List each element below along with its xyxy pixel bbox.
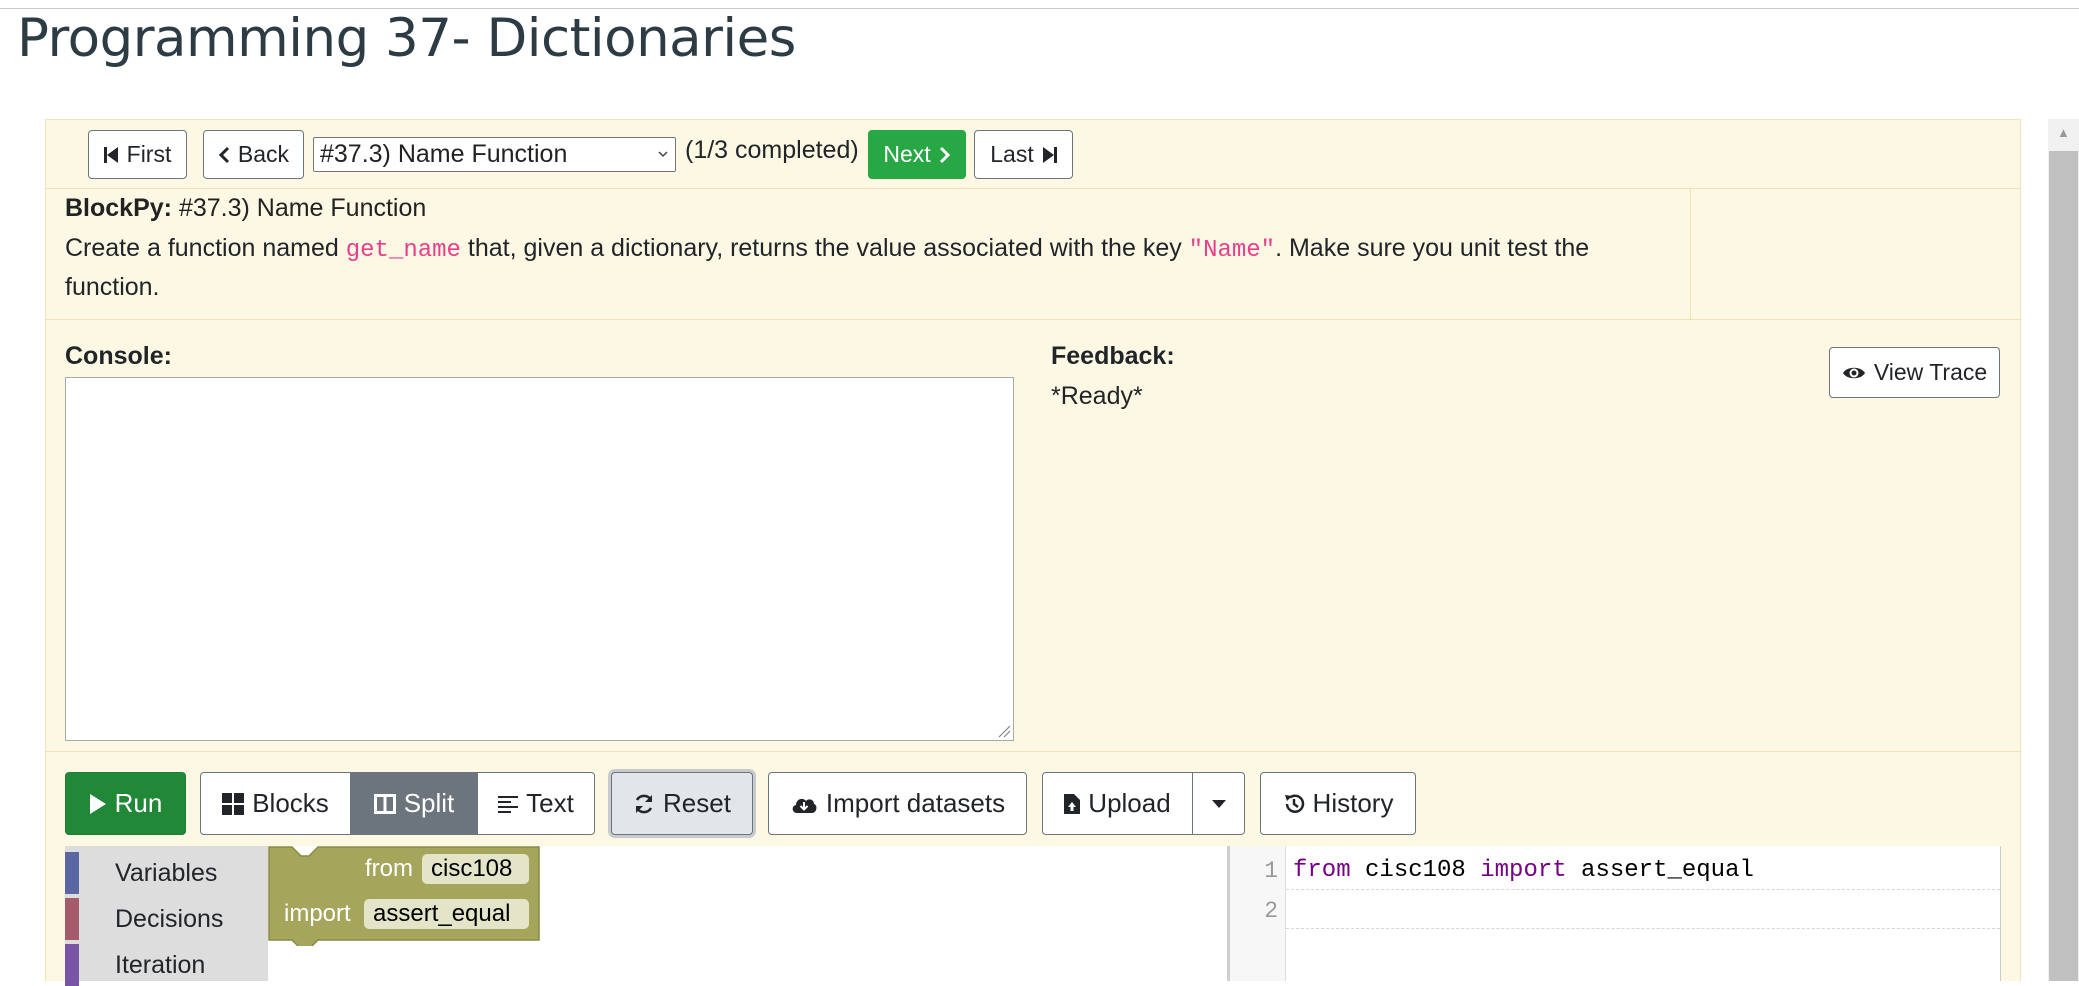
- text-mode-button[interactable]: Text: [478, 772, 595, 835]
- import-block[interactable]: from cisc108 import assert_equal: [268, 846, 548, 946]
- code-line-1: from cisc108 import assert_equal: [1293, 857, 1754, 884]
- file-upload-icon: [1064, 793, 1081, 814]
- block-from-label: from: [365, 855, 413, 882]
- code-keyword: from: [1293, 857, 1351, 884]
- blocks-mode-button[interactable]: Blocks: [200, 772, 351, 835]
- resize-grip-icon[interactable]: [997, 724, 1011, 738]
- chevron-right-icon: [939, 146, 950, 163]
- instructions-top-divider: [46, 188, 2020, 189]
- chevron-left-icon: [218, 146, 229, 163]
- line-number: 2: [1264, 898, 1278, 924]
- instructions-heading-title: #37.3) Name Function: [178, 194, 427, 222]
- history-button-label: History: [1312, 788, 1394, 818]
- instructions-column-divider: [1690, 188, 1691, 319]
- block-import-label: import: [284, 900, 351, 927]
- view-trace-label: View Trace: [1873, 359, 1988, 385]
- line-number: 1: [1264, 858, 1278, 884]
- last-button[interactable]: Last: [974, 130, 1073, 179]
- view-trace-button[interactable]: View Trace: [1829, 347, 2000, 398]
- blocks-mode-label: Blocks: [252, 788, 329, 818]
- run-button[interactable]: Run: [65, 772, 186, 835]
- toolbox-category-label: Decisions: [115, 904, 224, 933]
- instructions-heading: BlockPy: #37.3) Name Function: [65, 194, 426, 223]
- cloud-download-icon: [792, 798, 817, 813]
- eye-icon: [1842, 367, 1865, 378]
- code-line-separator: [1286, 928, 2000, 929]
- inline-code-function-name: get_name: [345, 237, 461, 264]
- chevron-down-icon: [658, 151, 668, 158]
- upload-button[interactable]: Upload: [1042, 772, 1193, 835]
- instructions-text: Create a function named get_name that, g…: [65, 230, 1665, 306]
- reset-button-label: Reset: [663, 788, 731, 818]
- category-color-swatch: [65, 898, 79, 940]
- split-mode-label: Split: [403, 788, 455, 818]
- text-mode-label: Text: [526, 788, 574, 818]
- columns-icon: [373, 793, 396, 814]
- import-datasets-button[interactable]: Import datasets: [768, 772, 1027, 835]
- next-button[interactable]: Next: [868, 130, 966, 179]
- run-button-label: Run: [114, 788, 163, 818]
- toolbox-category-variables[interactable]: Variables: [65, 852, 217, 894]
- completion-status: (1/3 completed): [685, 136, 859, 164]
- feedback-label: Feedback:: [1051, 342, 1175, 370]
- block-name-value: assert_equal: [373, 900, 510, 927]
- next-button-label: Next: [883, 141, 931, 167]
- reset-button[interactable]: Reset: [611, 772, 753, 835]
- feedback-status: *Ready*: [1051, 382, 1143, 410]
- toolbar-divider: [46, 751, 2020, 752]
- back-button[interactable]: Back: [203, 130, 304, 179]
- instructions-heading-label: BlockPy:: [65, 194, 172, 222]
- code-line-separator: [1286, 889, 2000, 890]
- instructions-text-part: Create a function named: [65, 234, 346, 262]
- align-left-icon: [498, 795, 519, 813]
- upload-options-toggle[interactable]: [1193, 772, 1245, 835]
- category-color-swatch: [65, 944, 79, 986]
- block-module-value: cisc108: [431, 855, 512, 882]
- instructions-text-part: that, given a dictionary, returns the va…: [460, 234, 1189, 262]
- console-label: Console:: [65, 342, 172, 370]
- skip-back-icon: [103, 146, 118, 163]
- scrollbar-thumb[interactable]: [2049, 151, 2078, 981]
- code-keyword: import: [1480, 857, 1567, 884]
- console-output[interactable]: [65, 377, 1014, 741]
- toolbox-category-iteration[interactable]: Iteration: [65, 944, 205, 986]
- import-datasets-label: Import datasets: [825, 788, 1006, 818]
- skip-forward-icon: [1042, 146, 1057, 163]
- instructions-bottom-divider: [46, 319, 2020, 320]
- caret-down-icon: [1211, 799, 1226, 808]
- last-button-label: Last: [990, 141, 1034, 167]
- first-button[interactable]: First: [88, 130, 187, 179]
- toolbox-category-label: Iteration: [115, 950, 206, 979]
- toolbox-category-decisions[interactable]: Decisions: [65, 898, 223, 940]
- play-icon: [89, 793, 106, 814]
- sync-icon: [635, 794, 653, 813]
- back-button-label: Back: [237, 141, 290, 167]
- code-module: cisc108: [1350, 857, 1481, 884]
- assignment-select-value: #37.3) Name Function: [320, 140, 568, 168]
- toolbox-category-label: Variables: [115, 858, 218, 887]
- split-mode-button[interactable]: Split: [351, 772, 478, 835]
- scroll-up-arrow-icon[interactable]: ▲: [2057, 126, 2070, 139]
- inline-code-key: "Name": [1188, 237, 1276, 264]
- category-color-swatch: [65, 852, 79, 894]
- grid-icon: [222, 792, 245, 815]
- first-button-label: First: [126, 141, 172, 167]
- code-name: assert_equal: [1566, 857, 1754, 884]
- page-title: Programming 37- Dictionaries: [17, 8, 796, 69]
- upload-button-label: Upload: [1088, 788, 1171, 818]
- history-button[interactable]: History: [1260, 772, 1416, 835]
- assignment-select[interactable]: #37.3) Name Function: [313, 137, 676, 172]
- history-icon: [1284, 794, 1304, 813]
